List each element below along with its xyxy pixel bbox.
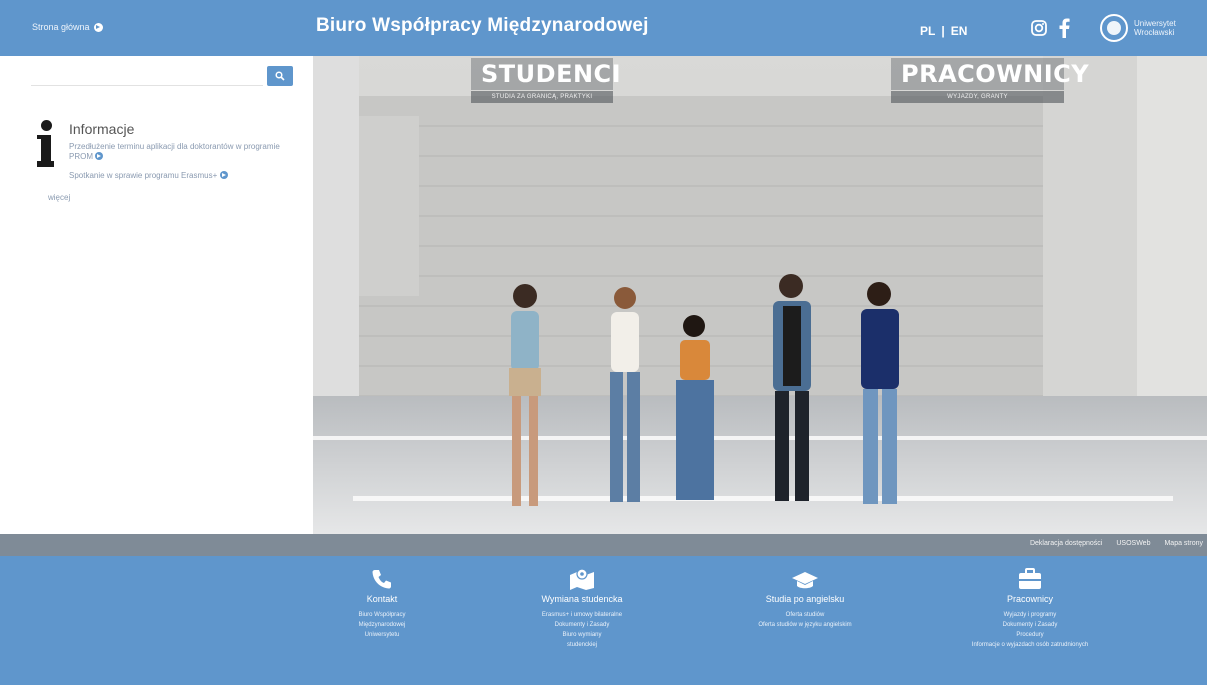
arrow-right-icon	[95, 152, 104, 160]
hero-banner: STUDENCI STUDIA ZA GRANICĄ, PRAKTYKI PRA…	[313, 56, 1207, 534]
sidebar: Informacje Przedłużenie terminu aplikacj…	[0, 56, 313, 534]
lang-separator: |	[941, 24, 945, 38]
site-title: Biuro Współpracy Międzynarodowej	[316, 15, 649, 36]
home-link-label: Strona główna	[32, 22, 90, 32]
map-icon	[527, 566, 637, 590]
more-link[interactable]: więcej	[48, 193, 70, 202]
footer-column-staff: Pracownicy Wyjazdy i programy Dokumenty …	[940, 566, 1120, 650]
footer-link[interactable]: Międzynarodowej	[342, 620, 422, 630]
staff-banner[interactable]: PRACOWNICY WYJAZDY, GRANTY	[891, 58, 1089, 103]
students-banner[interactable]: STUDENCI STUDIA ZA GRANICĄ, PRAKTYKI	[471, 58, 621, 103]
footer-title[interactable]: Pracownicy	[940, 594, 1120, 604]
university-seal-icon	[1100, 14, 1128, 42]
graduation-cap-icon	[730, 566, 880, 590]
footer-link[interactable]: studenckiej	[527, 640, 637, 650]
footer-title[interactable]: Wymiana studencka	[527, 594, 637, 604]
lang-pl-link[interactable]: PL	[920, 24, 935, 38]
search-icon	[275, 71, 285, 81]
staff-subtitle: WYJAZDY, GRANTY	[891, 91, 1064, 103]
university-logo[interactable]: Uniwersytet Wrocławski	[1100, 14, 1176, 42]
students-subtitle: STUDIA ZA GRANICĄ, PRAKTYKI	[471, 91, 613, 103]
footer-link[interactable]: Informacje o wyjazdach osób zatrudnionyc…	[940, 640, 1120, 650]
footer: Kontakt Biuro Współpracy Międzynarodowej…	[0, 556, 1207, 685]
social-links	[1030, 18, 1070, 43]
footer-link[interactable]: Dokumenty i Zasady	[527, 620, 637, 630]
info-icon	[37, 120, 55, 172]
arrow-right-icon	[219, 171, 228, 179]
lang-en-link[interactable]: EN	[951, 24, 968, 38]
footer-link[interactable]: Wyjazdy i programy	[940, 610, 1120, 620]
utility-strip: Deklaracja dostępności USOSWeb Mapa stro…	[0, 534, 1207, 556]
info-heading: Informacje	[69, 121, 135, 137]
facebook-icon[interactable]	[1058, 18, 1070, 43]
footer-link[interactable]: Oferta studiów w języku angielskim	[730, 620, 880, 630]
footer-link[interactable]: Procedury	[940, 630, 1120, 640]
students-title: STUDENCI	[471, 58, 621, 90]
footer-column-contact: Kontakt Biuro Współpracy Międzynarodowej…	[342, 566, 422, 640]
search-button[interactable]	[267, 66, 293, 86]
arrow-right-icon	[93, 22, 103, 32]
phone-icon	[342, 566, 422, 590]
home-link[interactable]: Strona główna	[32, 22, 103, 32]
info-link[interactable]: Przedłużenie terminu aplikacji dla dokto…	[69, 142, 284, 162]
footer-column-studies: Studia po angielsku Oferta studiów Ofert…	[730, 566, 880, 630]
footer-link[interactable]: Biuro wymiany	[527, 630, 637, 640]
language-switcher: PL | EN	[920, 24, 967, 38]
staff-title: PRACOWNICY	[891, 58, 1089, 90]
footer-link[interactable]: Dokumenty i Zasady	[940, 620, 1120, 630]
hero-photo	[313, 56, 1207, 534]
strip-link[interactable]: Deklaracja dostępności	[1030, 540, 1102, 547]
footer-link[interactable]: Erasmus+ i umowy bilateralne	[527, 610, 637, 620]
footer-link[interactable]: Oferta studiów	[730, 610, 880, 620]
footer-column-exchange: Wymiana studencka Erasmus+ i umowy bilat…	[527, 566, 637, 650]
search-input[interactable]	[31, 66, 263, 86]
footer-title[interactable]: Studia po angielsku	[730, 594, 880, 604]
footer-link[interactable]: Biuro Współpracy	[342, 610, 422, 620]
university-name: Uniwersytet Wrocławski	[1134, 19, 1176, 37]
briefcase-icon	[940, 566, 1120, 590]
footer-link[interactable]: Uniwersytetu	[342, 630, 422, 640]
top-bar: Strona główna Biuro Współpracy Międzynar…	[0, 0, 1207, 56]
strip-link[interactable]: Mapa strony	[1164, 540, 1203, 547]
instagram-icon[interactable]	[1030, 19, 1048, 42]
footer-title[interactable]: Kontakt	[342, 594, 422, 604]
info-link[interactable]: Spotkanie w sprawie programu Erasmus+	[69, 171, 284, 181]
strip-link[interactable]: USOSWeb	[1116, 540, 1150, 547]
